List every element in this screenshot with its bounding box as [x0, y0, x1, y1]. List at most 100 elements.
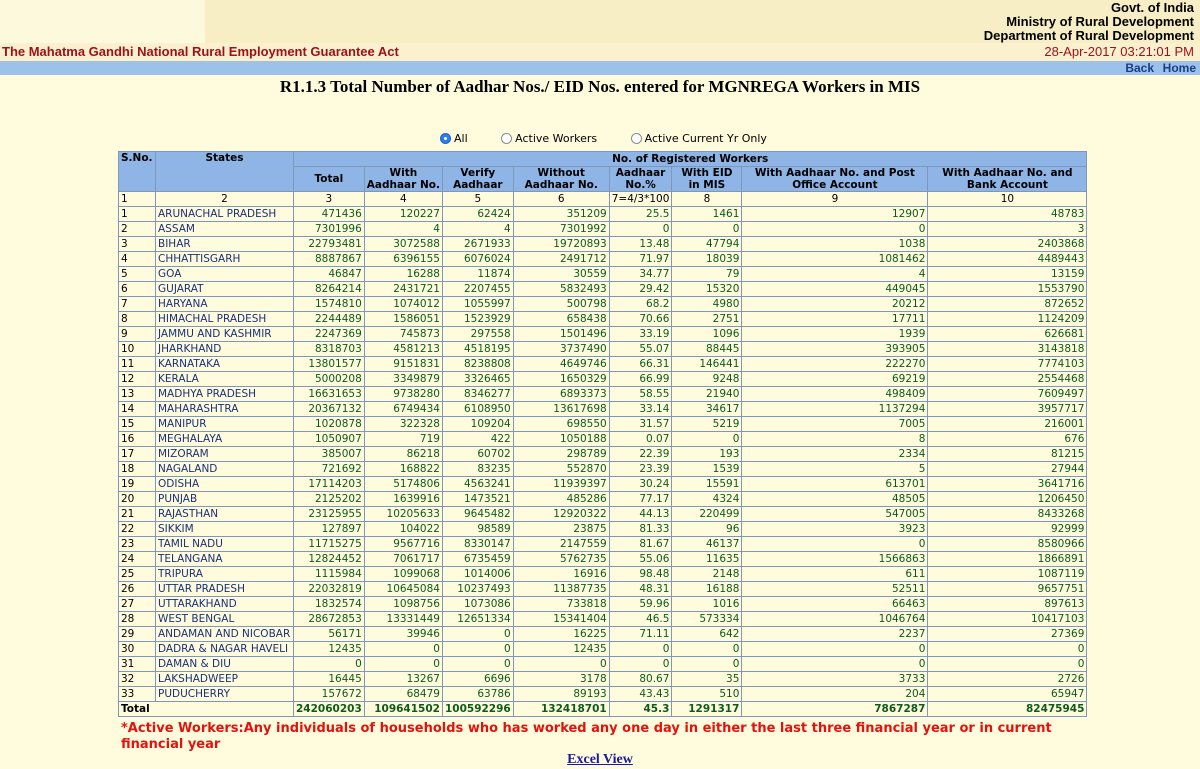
value-cell: 8	[741, 431, 929, 447]
table-row: 10 JHARKHAND 8318703 4581213 4518195 3737490 5…	[118, 341, 1088, 357]
value-cell: 10205633	[363, 506, 443, 522]
value-cell: 3178	[512, 671, 610, 687]
state-name-cell: KARNATAKA	[155, 356, 294, 372]
value-cell: 9151831	[363, 356, 443, 372]
value-cell: 1866891	[927, 551, 1088, 567]
value-cell: 2244489	[293, 311, 365, 327]
table-row: 22 SIKKIM 127897 104022 98589 23875 81.33 96 392…	[118, 521, 1088, 537]
value-cell: 2207455	[441, 281, 514, 297]
value-cell: 55.06	[608, 551, 673, 567]
state-name-cell: MANIPUR	[155, 416, 294, 432]
header-without-aadhaar: Without Aadhaar No.	[512, 166, 610, 192]
state-name-cell: MEGHALAYA	[155, 431, 294, 447]
value-cell: 1137294	[741, 401, 929, 417]
radio-active-current-yr-label: Active Current Yr Only	[644, 132, 767, 145]
value-cell: 5	[741, 461, 929, 477]
value-cell: 0	[512, 656, 610, 672]
state-name-cell: GUJARAT	[155, 281, 294, 297]
value-cell: 485286	[512, 491, 610, 507]
value-cell: 88445	[671, 341, 743, 357]
sno-cell: 14	[118, 401, 156, 417]
value-cell: 298789	[512, 446, 610, 462]
value-cell: 193	[671, 446, 743, 462]
sno-cell: 11	[118, 356, 156, 372]
value-cell: 1038	[741, 236, 929, 252]
sno-cell: 6	[118, 281, 156, 297]
radio-all[interactable]	[440, 132, 451, 144]
value-cell: 7301996	[293, 221, 365, 237]
value-cell: 81215	[927, 446, 1088, 462]
value-cell: 16188	[671, 581, 743, 597]
header-states: States	[155, 151, 294, 192]
value-cell: 23125955	[293, 506, 365, 522]
header-verify-aadhaar: Verify Aadhaar	[441, 166, 514, 192]
report-datetime: 28-Apr-2017 03:21:01 PM	[1044, 44, 1194, 59]
value-cell: 1523929	[441, 311, 514, 327]
column-number-cell: 9	[741, 191, 929, 207]
home-link[interactable]: Home	[1163, 61, 1196, 75]
sno-cell: 30	[118, 641, 156, 657]
state-name-cell: NAGALAND	[155, 461, 294, 477]
state-name-cell: PUDUCHERRY	[155, 686, 294, 702]
value-cell: 0	[363, 641, 443, 657]
value-cell: 0	[363, 656, 443, 672]
value-cell: 1050907	[293, 431, 365, 447]
value-cell: 6749434	[363, 401, 443, 417]
value-cell: 3072588	[363, 236, 443, 252]
value-cell: 81.33	[608, 521, 673, 537]
value-cell: 16225	[512, 626, 610, 642]
value-cell: 9248	[671, 371, 743, 387]
value-cell: 89193	[512, 686, 610, 702]
excel-view-link[interactable]: Excel View	[567, 752, 633, 767]
value-cell: 0	[671, 431, 743, 447]
value-cell: 16631653	[293, 386, 365, 402]
value-cell: 4	[741, 266, 929, 282]
value-cell: 611	[741, 566, 929, 582]
back-link[interactable]: Back	[1125, 61, 1154, 75]
total-row: Total 242060203 109641502 100592296 13241870…	[118, 701, 1088, 717]
value-cell: 70.66	[608, 311, 673, 327]
value-cell: 23.39	[608, 461, 673, 477]
sno-cell: 19	[118, 476, 156, 492]
total-value-cell: 45.3	[608, 701, 673, 717]
value-cell: 12435	[293, 641, 365, 657]
value-cell: 65947	[927, 686, 1088, 702]
value-cell: 5219	[671, 416, 743, 432]
value-cell: 77.17	[608, 491, 673, 507]
value-cell: 721692	[293, 461, 365, 477]
table-row: 12 KERALA 5000208 3349879 3326465 1650329 66.9…	[118, 371, 1088, 387]
value-cell: 1046764	[741, 611, 929, 627]
state-name-cell: JHARKHAND	[155, 341, 294, 357]
value-cell: 1098756	[363, 596, 443, 612]
table-row: 33 PUDUCHERRY 157672 68479 63786 89193 43.43 51…	[118, 686, 1088, 702]
table-row: 7 HARYANA 1574810 1074012 1055997 500798 68.2 4…	[118, 296, 1088, 312]
value-cell: 0	[608, 656, 673, 672]
value-cell: 10645084	[363, 581, 443, 597]
value-cell: 1566863	[741, 551, 929, 567]
value-cell: 11715275	[293, 536, 365, 552]
sno-cell: 12	[118, 371, 156, 387]
value-cell: 11635	[671, 551, 743, 567]
value-cell: 127897	[293, 521, 365, 537]
value-cell: 17114203	[293, 476, 365, 492]
table-row: 6 GUJARAT 8264214 2431721 2207455 5832493 29.4…	[118, 281, 1088, 297]
value-cell: 733818	[512, 596, 610, 612]
header-left-panel	[0, 0, 205, 43]
value-cell: 5174806	[363, 476, 443, 492]
value-cell: 29.42	[608, 281, 673, 297]
value-cell: 120227	[363, 206, 443, 222]
value-cell: 2403868	[927, 236, 1088, 252]
radio-active-workers[interactable]	[501, 132, 513, 144]
value-cell: 33.14	[608, 401, 673, 417]
value-cell: 12824452	[293, 551, 365, 567]
value-cell: 422	[441, 431, 514, 447]
value-cell: 2247369	[293, 326, 365, 342]
radio-active-current-yr[interactable]	[630, 132, 642, 144]
value-cell: 66463	[741, 596, 929, 612]
table-row: 20 PUNJAB 2125202 1639916 1473521 485286 77.17…	[118, 491, 1088, 507]
value-cell: 1461	[671, 206, 743, 222]
column-number-cell: 8	[671, 191, 743, 207]
value-cell: 613701	[741, 476, 929, 492]
value-cell: 4649746	[512, 356, 610, 372]
value-cell: 69219	[741, 371, 929, 387]
